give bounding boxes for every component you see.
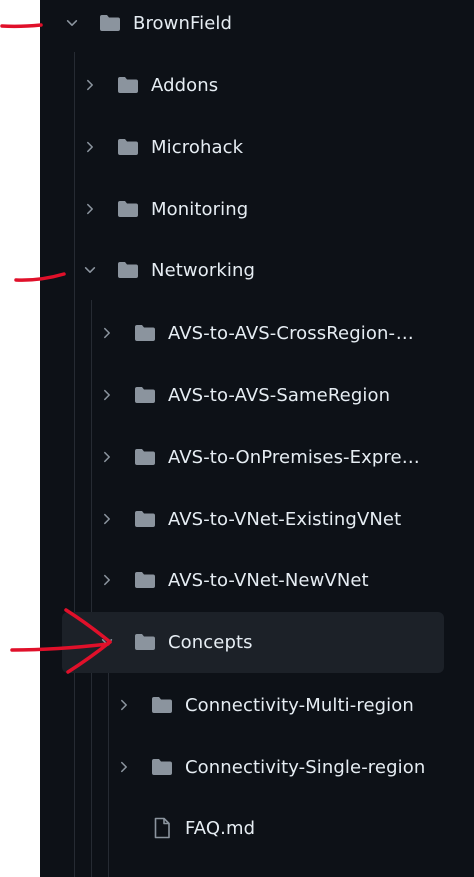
tree-item-label: Addons: [151, 74, 219, 96]
chevron-right-icon[interactable]: [116, 759, 132, 775]
tree-item-avs-to-vnet-newvnet[interactable]: AVS-to-VNet-NewVNet: [40, 551, 474, 609]
tree-item-label: Concepts: [168, 631, 253, 653]
tree-item-label: Networking: [151, 259, 255, 281]
folder-icon: [117, 200, 139, 218]
folder-icon: [151, 758, 173, 776]
tree-item-brownfield[interactable]: BrownField: [40, 0, 474, 52]
tree-item-monitoring[interactable]: Monitoring: [40, 180, 474, 238]
tree-item-label: FAQ.md: [185, 817, 256, 839]
tree-item-label: AVS-to-AVS-SameRegion: [168, 384, 391, 406]
chevron-right-icon[interactable]: [82, 77, 98, 93]
tree-item-label: AVS-to-AVS-CrossRegion-Gl...: [168, 322, 426, 344]
folder-icon: [134, 571, 156, 589]
folder-icon: [99, 14, 121, 32]
tree-item-avs-to-avs-crossregion[interactable]: AVS-to-AVS-CrossRegion-Gl...: [40, 304, 474, 362]
chevron-right-icon[interactable]: [99, 449, 115, 465]
chevron-right-icon[interactable]: [82, 201, 98, 217]
tree-item-label: Monitoring: [151, 198, 249, 220]
tree-item-label: AVS-to-VNet-ExistingVNet: [168, 508, 402, 530]
tree-item-label: Microhack: [151, 136, 244, 158]
tree-item-label: Connectivity-Single-region: [185, 756, 426, 778]
chevron-right-icon[interactable]: [99, 572, 115, 588]
folder-icon: [134, 324, 156, 342]
tree-item-addons[interactable]: Addons: [40, 56, 474, 114]
folder-icon: [134, 448, 156, 466]
folder-icon: [151, 696, 173, 714]
folder-icon: [117, 76, 139, 94]
selected-row-highlight: [62, 612, 444, 673]
annotation-dash-brownfield: [0, 23, 43, 29]
chevron-right-icon[interactable]: [99, 387, 115, 403]
tree-item-connectivity-multi-region[interactable]: Connectivity-Multi-region: [40, 676, 474, 734]
chevron-right-icon[interactable]: [116, 697, 132, 713]
tree-item-avs-to-avs-sameregion[interactable]: AVS-to-AVS-SameRegion: [40, 366, 474, 424]
screenshot: BrownField Addons Microhack Monitoring N…: [0, 0, 474, 877]
tree-item-networking[interactable]: Networking: [40, 241, 474, 299]
tree-item-avs-to-vnet-existingvnet[interactable]: AVS-to-VNet-ExistingVNet: [40, 490, 474, 548]
folder-icon: [134, 510, 156, 528]
tree-item-avs-to-onpremises[interactable]: AVS-to-OnPremises-Express...: [40, 428, 474, 486]
chevron-right-icon[interactable]: [82, 139, 98, 155]
folder-icon: [117, 138, 139, 156]
chevron-down-icon[interactable]: [64, 15, 80, 31]
tree-item-label: AVS-to-VNet-NewVNet: [168, 569, 369, 591]
folder-icon: [134, 386, 156, 404]
tree-item-label: AVS-to-OnPremises-Express...: [168, 446, 426, 468]
file-icon: [153, 817, 171, 839]
tree-item-label: BrownField: [133, 12, 233, 34]
chevron-down-icon[interactable]: [82, 262, 98, 278]
chevron-down-icon[interactable]: [99, 634, 115, 650]
chevron-right-icon[interactable]: [99, 325, 115, 341]
tree-item-connectivity-single-region[interactable]: Connectivity-Single-region: [40, 738, 474, 796]
file-explorer-tree: BrownField Addons Microhack Monitoring N…: [40, 0, 474, 877]
tree-item-microhack[interactable]: Microhack: [40, 118, 474, 176]
chevron-right-icon[interactable]: [99, 511, 115, 527]
tree-item-concepts[interactable]: Concepts: [40, 612, 474, 673]
tree-item-label: Connectivity-Multi-region: [185, 694, 414, 716]
folder-icon: [134, 633, 156, 651]
tree-item-faq-md[interactable]: FAQ.md: [40, 799, 474, 857]
folder-icon: [117, 261, 139, 279]
